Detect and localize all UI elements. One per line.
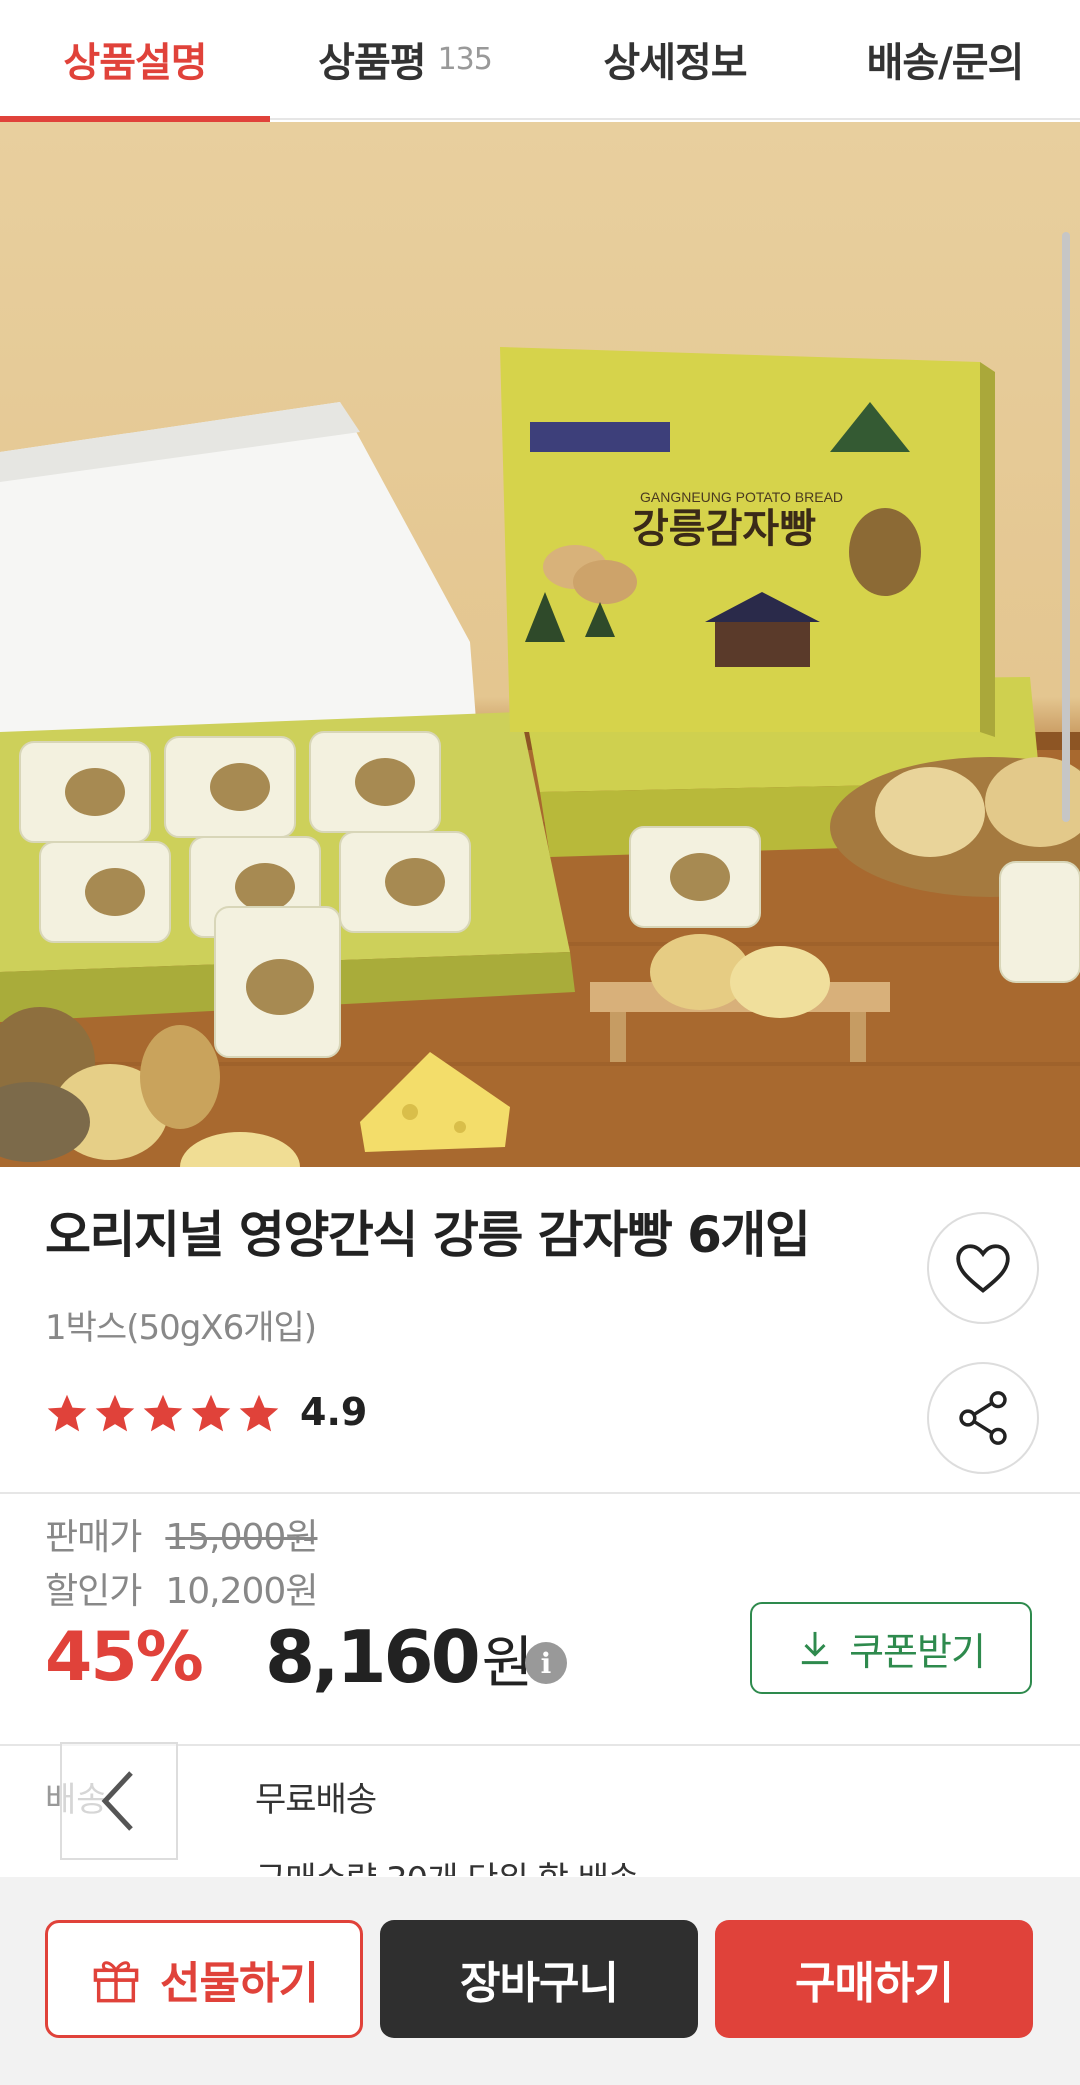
shipping-value: 무료배송 xyxy=(255,1780,377,1820)
star-icon xyxy=(47,1394,87,1432)
product-title: 오리지널 영양간식 강릉 감자빵 6개입 xyxy=(45,1206,811,1264)
tab-bar: 상품설명 상품평 135 상세정보 배송/문의 xyxy=(0,0,1080,124)
like-button[interactable] xyxy=(927,1212,1039,1324)
scroll-indicator[interactable] xyxy=(1062,232,1070,822)
tab-description[interactable]: 상품설명 xyxy=(0,0,270,118)
discount-percent: 45% xyxy=(45,1618,204,1697)
star-rating xyxy=(45,1392,281,1436)
product-photo: GANGNEUNG POTATO BREAD 강릉감자빵 xyxy=(0,347,1080,1167)
tab-label: 상품설명 xyxy=(63,40,207,86)
heart-icon xyxy=(956,1244,1010,1293)
buy-button[interactable]: 구매하기 xyxy=(715,1920,1033,2038)
final-price: 8,160원 xyxy=(265,1615,534,1699)
download-icon xyxy=(801,1631,829,1665)
gift-label: 선물하기 xyxy=(160,1958,319,2009)
sale-price-row: 판매가 15,000원 xyxy=(45,1508,318,1560)
cart-label: 장바구니 xyxy=(460,1958,619,2009)
divider xyxy=(0,1492,1080,1494)
star-icon xyxy=(239,1394,279,1432)
star-icon xyxy=(143,1394,183,1432)
star-icon xyxy=(95,1394,135,1432)
tab-details[interactable]: 상세정보 xyxy=(540,0,810,118)
star-icon xyxy=(191,1394,231,1432)
gift-icon xyxy=(93,1961,139,2003)
chevron-left-icon xyxy=(101,1771,133,1831)
discount-price-row: 할인가 10,200원 xyxy=(45,1562,318,1614)
tab-shipping-inquiry[interactable]: 배송/문의 xyxy=(810,0,1080,118)
tab-reviews[interactable]: 상품평 135 xyxy=(270,0,540,118)
tab-label: 상품평 xyxy=(318,40,426,86)
shipping-note: 구매수량 30개 단위 합 배송 xyxy=(255,1852,638,1876)
coupon-button[interactable]: 쿠폰받기 xyxy=(750,1602,1032,1694)
product-image-carousel[interactable]: GANGNEUNG POTATO BREAD 강릉감자빵 xyxy=(0,122,1080,1167)
share-icon xyxy=(959,1391,1007,1445)
coupon-label: 쿠폰받기 xyxy=(849,1629,986,1674)
discount-price-label: 할인가 xyxy=(45,1571,142,1612)
discount-price: 10,200원 xyxy=(165,1571,318,1612)
add-to-cart-button[interactable]: 장바구니 xyxy=(380,1920,698,2038)
rating-value: 4.9 xyxy=(300,1390,368,1434)
tab-label: 상세정보 xyxy=(603,40,747,86)
box-korean-label: 강릉감자빵 xyxy=(632,506,816,552)
review-count: 135 xyxy=(437,41,493,77)
final-price-value: 8,160 xyxy=(265,1615,481,1699)
original-price: 15,000원 xyxy=(165,1517,318,1558)
share-button[interactable] xyxy=(927,1362,1039,1474)
back-button[interactable] xyxy=(60,1742,178,1860)
sale-price-label: 판매가 xyxy=(45,1517,142,1558)
box-english-label: GANGNEUNG POTATO BREAD xyxy=(640,489,843,505)
info-icon[interactable]: i xyxy=(525,1642,567,1684)
gift-button[interactable]: 선물하기 xyxy=(45,1920,363,2038)
tab-label: 배송/문의 xyxy=(866,40,1025,86)
final-price-unit: 원 xyxy=(481,1631,534,1696)
product-subtitle: 1박스(50gX6개입) xyxy=(45,1308,317,1348)
buy-label: 구매하기 xyxy=(795,1958,954,2009)
